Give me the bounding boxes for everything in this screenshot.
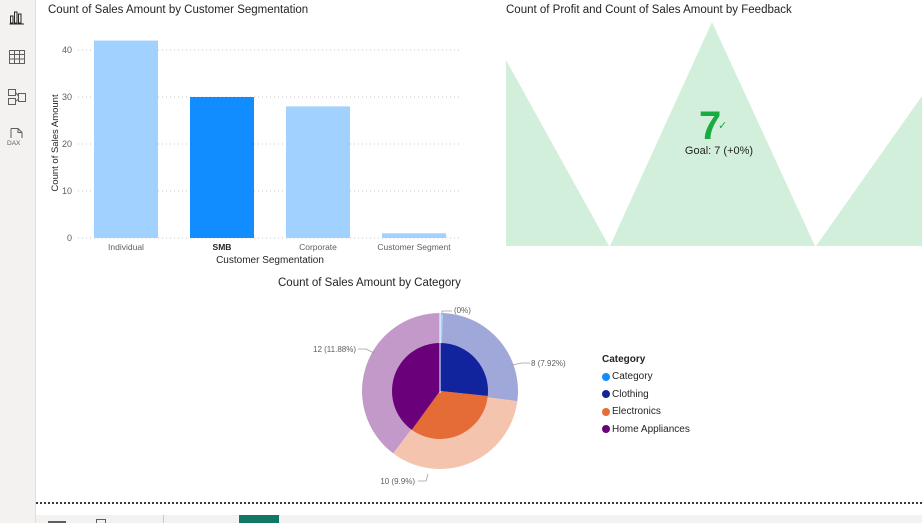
pie-data-label: 10 (9.9%)	[380, 477, 415, 486]
x-tick-label: Individual	[108, 242, 144, 252]
legend-item[interactable]: Home Appliances	[602, 421, 690, 439]
pie-data-label: 12 (11.88%)	[313, 345, 356, 354]
kpi-title: Count of Profit and Count of Sales Amoun…	[506, 4, 792, 16]
report-view-icon	[9, 11, 24, 25]
kpi-goal: Goal: 7 (+0%)	[684, 145, 754, 157]
x-axis-title: Customer Segmentation	[216, 255, 324, 266]
view-rail: DAX	[0, 0, 36, 523]
report-view-button[interactable]	[6, 6, 28, 28]
legend-marker	[602, 425, 610, 434]
legend-title: Category	[602, 354, 646, 365]
data-label-leader	[418, 473, 429, 482]
pie-chart-title: Count of Sales Amount by Category	[278, 277, 461, 289]
dax-label: DAX	[7, 140, 21, 147]
dax-query-icon: DAX	[7, 128, 23, 147]
bar-chart-title: Count of Sales Amount by Customer Segmen…	[48, 4, 309, 16]
legend-label: Category	[612, 371, 653, 383]
data-label-leader	[511, 362, 530, 366]
data-label-leader	[358, 348, 375, 354]
table-view-button[interactable]	[6, 46, 28, 68]
model-view-button[interactable]	[6, 86, 28, 108]
dax-query-view-button[interactable]: DAX	[6, 126, 28, 148]
y-axis-title: Count of Sales Amount	[50, 94, 61, 192]
y-tick-label: 20	[62, 139, 72, 149]
y-tick-label: 10	[62, 186, 72, 196]
pie-chart[interactable]: (0%) 8 (7.92%) 10 (9.9%) 12 (11.88%)	[300, 296, 600, 496]
legend-label: Home Appliances	[612, 423, 690, 435]
tabs-separator	[163, 515, 164, 523]
kpi-checkmark-icon: ✓	[718, 120, 728, 132]
legend-label: Clothing	[612, 388, 649, 400]
canvas-bottom-border	[36, 502, 922, 504]
add-page-tab[interactable]	[239, 515, 279, 523]
bar[interactable]	[94, 40, 158, 238]
model-view-icon	[8, 89, 26, 105]
bar[interactable]	[190, 97, 254, 238]
y-tick-label: 40	[62, 45, 72, 55]
x-tick-label: Customer Segment	[377, 242, 451, 252]
pie-data-label: (0%)	[454, 306, 471, 315]
bar-chart[interactable]: 0 10 20 30 40 Individual SMB Corporate Customer …	[36, 20, 476, 270]
legend-item[interactable]: Electronics	[602, 403, 690, 421]
x-tick-label: SMB	[213, 242, 232, 252]
y-tick-label: 0	[67, 233, 72, 243]
legend-marker	[602, 390, 610, 399]
legend-label: Electronics	[612, 406, 661, 418]
pie-legend: Category Clothing Electronics Home Applianc…	[602, 368, 690, 438]
legend-item[interactable]: Clothing	[602, 386, 690, 404]
page-layout-icon[interactable]	[96, 519, 106, 523]
legend-marker	[602, 407, 610, 416]
page-tabs-bar	[36, 515, 922, 523]
bar[interactable]	[382, 233, 446, 238]
pie-data-label: 8 (7.92%)	[531, 359, 566, 368]
x-tick-label: Corporate	[299, 242, 337, 252]
legend-item[interactable]: Category	[602, 368, 690, 386]
y-tick-label: 30	[62, 92, 72, 102]
table-view-icon	[9, 50, 25, 64]
legend-marker	[602, 372, 610, 381]
bar[interactable]	[286, 106, 350, 239]
